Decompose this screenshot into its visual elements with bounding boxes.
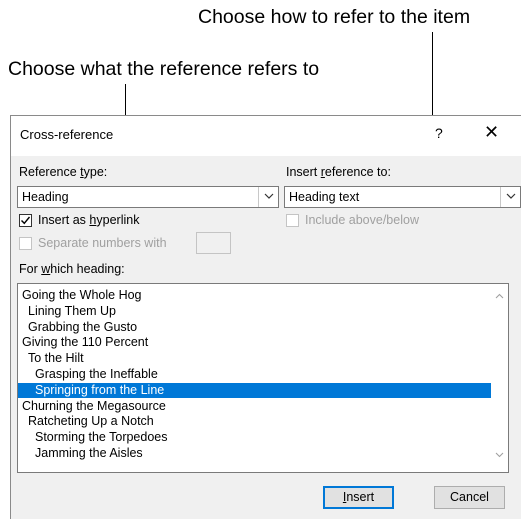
heading-list-item-label: Jamming the Aisles <box>35 446 143 460</box>
scroll-down-icon[interactable] <box>495 452 504 458</box>
insert-button[interactable]: Insert <box>323 486 394 509</box>
heading-list-item[interactable]: Grabbing the Gusto <box>18 320 137 335</box>
reference-type-label: Reference type: <box>19 165 108 179</box>
listbox-scrollbar[interactable] <box>491 284 508 472</box>
checkmark-icon <box>21 216 31 225</box>
chevron-down-icon[interactable] <box>258 187 278 207</box>
insert-as-hyperlink-label[interactable]: Insert as hyperlink <box>38 213 139 227</box>
heading-list-item-label: Lining Them Up <box>28 303 117 318</box>
heading-list-item[interactable]: To the Hilt <box>18 351 84 366</box>
heading-list-item-label: Springing from the Line <box>35 382 165 397</box>
include-above-below-checkbox[interactable] <box>286 214 299 227</box>
heading-list-item-label: Grasping the Ineffable <box>35 367 158 381</box>
heading-list-item[interactable]: Storming the Torpedoes <box>18 430 168 445</box>
insert-as-hyperlink-checkbox[interactable] <box>19 214 32 227</box>
heading-list-item[interactable]: Springing from the Line <box>18 382 491 398</box>
dialog-titlebar: Cross-reference ? ✕ <box>11 116 521 156</box>
heading-listbox[interactable]: Going the Whole Hog Lining Them Up Grabbin… <box>17 283 509 473</box>
heading-list-item[interactable]: Lining Them Up <box>18 304 116 319</box>
insert-reference-to-label: Insert reference to: <box>286 165 391 179</box>
heading-list-item[interactable]: Going the Whole Hog <box>18 288 142 303</box>
cross-reference-dialog: Cross-reference ? ✕ Reference type: Head… <box>10 115 521 519</box>
heading-list-item[interactable]: Churning the Megasource <box>18 399 166 414</box>
heading-list-item-label: Churning the Megasource <box>22 398 166 413</box>
separate-numbers-checkbox[interactable] <box>19 237 32 250</box>
heading-list-item[interactable]: Giving the 110 Percent <box>18 335 148 350</box>
heading-list-item-label: Giving the 110 Percent <box>22 335 149 350</box>
insert-reference-to-dropdown[interactable]: Heading text <box>284 186 521 208</box>
for-which-heading-label: For which heading: <box>19 262 125 276</box>
heading-list-item-label: Grabbing the Gusto <box>28 319 138 334</box>
heading-list-item-label: Ratcheting Up a Notch <box>28 414 154 429</box>
heading-list-item[interactable]: Jamming the Aisles <box>18 446 143 461</box>
cancel-button[interactable]: Cancel <box>434 486 505 509</box>
heading-list-item-label: To the Hilt <box>28 351 84 366</box>
callout-what-reference-refers-to: Choose what the reference refers to <box>8 58 320 80</box>
dialog-title: Cross-reference <box>20 127 114 142</box>
chevron-down-icon[interactable] <box>500 187 520 207</box>
separate-numbers-label: Separate numbers with <box>38 236 167 250</box>
heading-list-item-label: Storming the Torpedoes <box>35 430 168 445</box>
scroll-up-icon[interactable] <box>495 293 504 299</box>
include-above-below-label: Include above/below <box>305 213 419 227</box>
reference-type-value: Heading <box>22 190 69 204</box>
insert-reference-to-value: Heading text <box>289 190 360 204</box>
separator-input[interactable] <box>196 232 231 254</box>
reference-type-dropdown[interactable]: Heading <box>17 186 279 208</box>
callout-how-to-refer: Choose how to refer to the item <box>198 6 471 28</box>
heading-list-item[interactable]: Ratcheting Up a Notch <box>18 414 154 429</box>
close-button[interactable]: ✕ <box>484 122 499 143</box>
heading-list-item-label: Going the Whole Hog <box>22 288 142 302</box>
heading-list-item[interactable]: Grasping the Ineffable <box>18 367 158 382</box>
help-button[interactable]: ? <box>435 125 443 141</box>
